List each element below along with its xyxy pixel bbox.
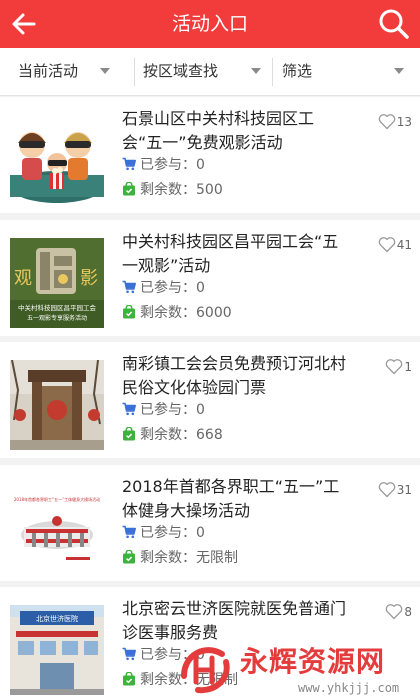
thumb-caption-line2: 五一观影专享服务活动 [27, 314, 87, 322]
filter-label: 筛选 [282, 62, 313, 80]
heart-icon [378, 482, 396, 498]
activity-card[interactable]: 南彩镇工会会员免费预订河北村民俗文化体验园门票 1 已参与：0 剩余数：668 [0, 342, 420, 458]
like-count-value: 8 [404, 605, 412, 619]
thumb-caption-line1: 中关村科技园区昌平园工会 [18, 303, 97, 312]
joined-count: 已参与：0 [122, 400, 205, 420]
joined-count: 已参与：0 [122, 155, 205, 175]
like-count[interactable]: 41 [378, 236, 412, 253]
activity-thumbnail: 2018年首都各界职工“五一”工体健身大操场活动 [10, 483, 104, 573]
like-count[interactable]: 8 [385, 603, 412, 620]
filter-label: 按区域查找 [143, 62, 219, 80]
bag-icon [123, 305, 135, 319]
filter-current-activity[interactable]: 当前活动 [18, 48, 138, 96]
thumb-banner-text: 2018年首都各界职工“五一”工体健身大操场活动 [14, 496, 100, 502]
activity-thumbnail: 北京世济医院 [10, 605, 104, 695]
activity-thumbnail: 观 影 中关村科技园区昌平园工会 五一观影专享服务活动 [10, 238, 104, 328]
like-count-value: 41 [396, 238, 412, 252]
activity-thumbnail [10, 360, 104, 450]
watermark-text: 永辉资源网 [240, 645, 386, 678]
cart-icon [122, 157, 136, 171]
bag-icon [123, 427, 135, 441]
remaining-count: 剩余数：500 [122, 180, 223, 200]
divider [272, 58, 273, 86]
joined-count: 已参与：0 [122, 523, 205, 543]
watermark-url: www.yhkjjj.com [298, 681, 400, 695]
cart-icon [122, 525, 136, 539]
filter-screen[interactable]: 筛选 [282, 48, 412, 96]
joined-label: 已参与：0 [140, 280, 205, 296]
remaining-label: 剩余数：无限制 [140, 550, 238, 566]
like-count-value: 1 [404, 360, 412, 374]
like-count[interactable]: 1 [385, 358, 412, 375]
joined-label: 已参与：0 [140, 157, 205, 173]
like-count[interactable]: 31 [378, 481, 412, 498]
caret-down-icon [100, 68, 110, 74]
thumb-text-left: 观 [14, 268, 32, 289]
remaining-label: 剩余数：500 [140, 182, 223, 198]
bag-icon [123, 672, 135, 686]
bag-icon [123, 550, 135, 564]
joined-count: 已参与：0 [122, 278, 205, 298]
divider [134, 58, 135, 86]
like-count[interactable]: 13 [378, 113, 412, 130]
activity-title: 2018年首都各界职工“五一”工体健身大操场活动 [122, 477, 340, 520]
activity-title: 南彩镇工会会员免费预订河北村民俗文化体验园门票 [122, 354, 347, 397]
filter-bar: 当前活动 按区域查找 筛选 [0, 48, 420, 96]
activity-title: 石景山区中关村科技园区工会“五一”免费观影活动 [122, 109, 315, 152]
like-count-value: 31 [396, 483, 412, 497]
heart-icon [378, 114, 396, 130]
cart-icon [122, 280, 136, 294]
heart-icon [386, 359, 403, 375]
thumb-text-right: 影 [80, 268, 98, 289]
joined-label: 已参与：0 [140, 525, 205, 541]
cart-icon [122, 647, 136, 661]
filter-by-region[interactable]: 按区域查找 [143, 48, 275, 96]
bag-icon [123, 182, 135, 196]
thumb-sign-text: 北京世济医院 [36, 614, 78, 623]
caret-down-icon [394, 68, 404, 74]
site-watermark: 永辉资源网 www.yhkjjj.com [172, 636, 420, 700]
remaining-count: 剩余数：无限制 [122, 548, 238, 568]
activity-card[interactable]: 石景山区中关村科技园区工会“五一”免费观影活动 13 已参与：0 剩余数：500 [0, 97, 420, 213]
heart-icon [378, 237, 396, 253]
search-icon[interactable] [376, 6, 412, 42]
activity-card[interactable]: 观 影 中关村科技园区昌平园工会 五一观影专享服务活动 中关村科技园区昌平园工会… [0, 220, 420, 336]
watermark-logo-icon [181, 647, 230, 694]
filter-label: 当前活动 [18, 62, 79, 80]
heart-icon [386, 604, 403, 620]
activity-card[interactable]: 2018年首都各界职工“五一”工体健身大操场活动 2018年首都各界职工“五一”… [0, 465, 420, 581]
page-title: 活动入口 [171, 13, 248, 35]
joined-label: 已参与：0 [140, 402, 205, 418]
remaining-label: 剩余数：668 [140, 427, 223, 443]
cart-icon [122, 402, 136, 416]
remaining-label: 剩余数：6000 [140, 305, 232, 321]
activity-thumbnail [10, 115, 104, 205]
like-count-value: 13 [396, 115, 412, 129]
top-bar: 活动入口 [0, 0, 420, 48]
remaining-count: 剩余数：668 [122, 425, 223, 445]
activity-title: 中关村科技园区昌平园工会“五一观影”活动 [122, 232, 339, 275]
caret-down-icon [251, 68, 261, 74]
remaining-count: 剩余数：6000 [122, 303, 232, 323]
